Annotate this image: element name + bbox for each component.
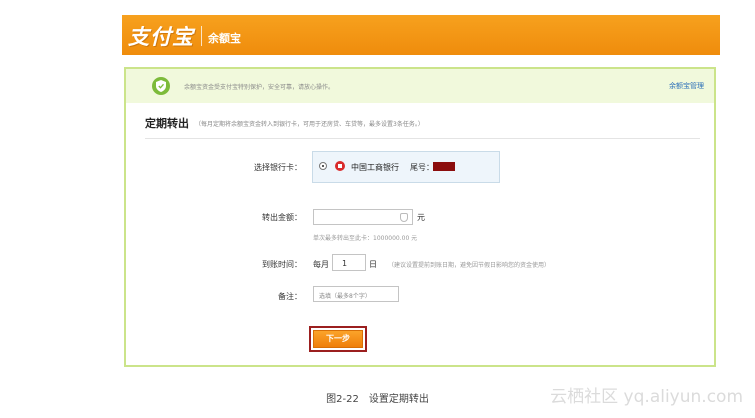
yuebao-manage-link[interactable]: 余额宝管理 [669,81,704,91]
amount-hint: 单次最多转出至此卡：1000000.00 元 [313,235,418,242]
header-divider [201,26,202,46]
card-tail-label: 尾号： [410,163,434,172]
alipay-logo[interactable]: 支付宝 [128,21,194,51]
day-select[interactable]: 1 [332,254,366,271]
icbc-logo-icon [335,161,345,171]
security-notice-text: 余额宝资金受支付宝特别保护，安全可靠，请放心操作。 [184,84,335,91]
shield-icon [152,77,170,95]
note-label: 备注： [278,292,302,301]
amount-input[interactable] [313,209,413,225]
arrival-date-label: 到账时间： [262,260,302,269]
header-bar: 支付宝 余额宝 [122,15,720,55]
bank-card-option[interactable]: 中国工商银行 尾号： [312,151,500,183]
day-unit: 日 [369,260,377,269]
watermark: 云栖社区 yq.aliyun.com [550,387,743,407]
section-title: 定期转出 [145,117,189,130]
card-tail-redacted [433,162,455,171]
shield-input-icon [400,213,408,222]
next-step-button[interactable]: 下一步 [313,330,363,348]
amount-label: 转出金额： [262,213,302,222]
bank-name: 中国工商银行 [351,163,399,172]
amount-unit: 元 [417,213,425,222]
main-panel: 余额宝资金受支付宝特别保护，安全可靠，请放心操作。 余额宝管理 定期转出 （每月… [124,67,716,367]
note-input[interactable]: 选填（最多8个字） [313,286,399,302]
page: 支付宝 余额宝 余额宝资金受支付宝特别保护，安全可靠，请放心操作。 余额宝管理 … [0,0,755,418]
security-notice-bar: 余额宝资金受支付宝特别保护，安全可靠，请放心操作。 余额宝管理 [126,69,714,103]
month-prefix: 每月 [313,260,329,269]
section-description: （每月定期将余额宝资金转入到银行卡，可用于还房贷、车贷等，最多设置3条任务。） [195,121,424,128]
bank-card-radio[interactable] [319,162,327,170]
arrival-date-hint: （建议设置提前到账日期，避免因节假日影响您的资金使用） [388,262,551,269]
bank-card-label: 选择银行卡： [254,163,302,172]
product-name: 余额宝 [208,32,241,45]
section-divider [145,138,700,139]
next-button-highlight: 下一步 [309,326,367,352]
